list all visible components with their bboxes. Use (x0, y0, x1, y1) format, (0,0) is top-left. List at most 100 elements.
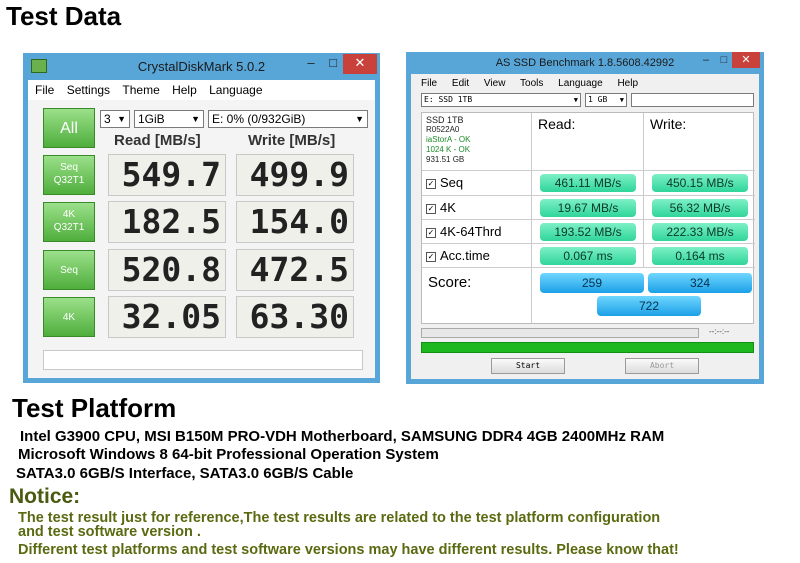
read-value: 520.8 (108, 249, 226, 291)
score-read: 259 (540, 273, 644, 293)
row-label: 4K-64Thrd (440, 224, 502, 239)
seq-q32t1-button[interactable]: Seq Q32T1 (43, 155, 95, 195)
menu-tools[interactable]: Tools (520, 78, 543, 89)
write-header: Write [MB/s] (248, 132, 336, 149)
close-button[interactable]: ✕ (732, 52, 760, 68)
path-field[interactable] (631, 93, 754, 107)
menu-file[interactable]: File (421, 78, 437, 89)
chevron-down-icon: ▼ (117, 114, 126, 124)
checkbox-checked-icon[interactable]: ✓ (426, 227, 436, 238)
results-grid: SSD 1TB R0522A0 iaStorA - OK 1024 K - OK… (421, 112, 755, 324)
4k64-read-value: 193.52 MB/s (540, 223, 636, 241)
checkbox-checked-icon[interactable]: ✓ (426, 251, 436, 262)
minimize-button[interactable]: – (696, 52, 716, 72)
asssd-menubar: File Edit View Tools Language Help (421, 78, 650, 89)
write-value: 499.9 (236, 154, 354, 196)
maximize-button[interactable]: □ (716, 52, 732, 72)
checkbox-checked-icon[interactable]: ✓ (426, 178, 436, 189)
write-header-label: Write: (650, 116, 687, 132)
4k-read-value: 19.67 MB/s (540, 199, 636, 217)
platform-line: Microsoft Windows 8 64-bit Professional … (18, 446, 439, 463)
drive-select[interactable]: E: 0% (0/932GiB) ▼ (208, 110, 368, 128)
cdm-menubar: File Settings Theme Help Language (28, 80, 375, 100)
chevron-down-icon: ▼ (573, 96, 578, 104)
notice-title: Notice: (9, 485, 81, 508)
menu-help[interactable]: Help (617, 78, 638, 89)
chevron-down-icon: ▼ (619, 96, 624, 104)
alignment-status: 1024 K - OK (426, 145, 471, 154)
score-label: Score: (428, 274, 472, 291)
timer: --:--:-- (709, 327, 730, 336)
drive-select[interactable]: E: SSD 1TB ▼ (421, 93, 581, 107)
write-value: 154.0 (236, 201, 354, 243)
read-value: 32.05 (108, 296, 226, 338)
count-value: 3 (104, 112, 111, 126)
cdm-titlebar: CrystalDiskMark 5.0.2 – □ ✕ (23, 53, 380, 79)
read-header: Read [MB/s] (114, 132, 201, 149)
read-header-label: Read: (538, 116, 576, 132)
row-4k-64thrd: ✓ 4K-64Thrd (422, 220, 532, 244)
menu-help[interactable]: Help (172, 83, 197, 97)
size-select[interactable]: 1GiB ▼ (134, 110, 204, 128)
platform-line: Intel G3900 CPU, MSI B150M PRO-VDH Mothe… (20, 428, 665, 445)
all-button[interactable]: All (43, 108, 95, 148)
size-value: 1GiB (138, 112, 165, 126)
seq-read-value: 461.11 MB/s (540, 174, 636, 192)
chevron-down-icon: ▼ (191, 114, 200, 124)
comment-field[interactable] (43, 350, 363, 370)
menu-theme[interactable]: Theme (122, 83, 159, 97)
as-ssd-window: AS SSD Benchmark 1.8.5608.42992 – □ ✕ Fi… (406, 52, 764, 384)
abort-button[interactable]: Abort (625, 358, 699, 374)
crystaldiskmark-window: CrystalDiskMark 5.0.2 – □ ✕ File Setting… (23, 53, 380, 383)
write-value: 472.5 (236, 249, 354, 291)
page-title: Test Data (6, 1, 122, 31)
row-seq: ✓ Seq (422, 171, 532, 196)
4k64-write-value: 222.33 MB/s (652, 223, 748, 241)
start-button[interactable]: Start (491, 358, 565, 374)
score-label-cell: Score: (422, 268, 532, 323)
drive-info: SSD 1TB R0522A0 iaStorA - OK 1024 K - OK… (422, 113, 532, 171)
size-select[interactable]: 1 GB ▼ (585, 93, 627, 107)
menu-language[interactable]: Language (209, 83, 262, 97)
write-value: 63.30 (236, 296, 354, 338)
acc-write-value: 0.164 ms (652, 247, 748, 265)
size-value: 1 GB (588, 95, 608, 104)
4k-button[interactable]: 4K (43, 297, 95, 337)
menu-settings[interactable]: Settings (67, 83, 110, 97)
close-button[interactable]: ✕ (343, 54, 377, 74)
4k-write-value: 56.32 MB/s (652, 199, 748, 217)
read-header: Read: (532, 113, 644, 171)
drive-value: E: 0% (0/932GiB) (212, 112, 306, 126)
status-bar (421, 342, 754, 353)
acc-read-value: 0.067 ms (540, 247, 636, 265)
score-total: 722 (597, 296, 701, 316)
minimize-button[interactable]: – (299, 54, 323, 74)
maximize-button[interactable]: □ (323, 54, 343, 74)
row-4k: ✓ 4K (422, 196, 532, 220)
menu-edit[interactable]: Edit (452, 78, 469, 89)
seq-write-value: 450.15 MB/s (652, 174, 748, 192)
firmware: R0522A0 (426, 125, 460, 134)
driver-status: iaStorA - OK (426, 135, 471, 144)
row-label: 4K (440, 200, 456, 215)
menu-view[interactable]: View (484, 78, 506, 89)
notice-line: The test result just for reference,The t… (18, 510, 661, 526)
row-acc-time: ✓ Acc.time (422, 244, 532, 268)
row-label: Seq (60, 162, 78, 173)
row-label: Seq (440, 175, 464, 190)
checkbox-checked-icon[interactable]: ✓ (426, 203, 436, 214)
4k-q32t1-button[interactable]: 4K Q32T1 (43, 202, 95, 242)
score-write: 324 (648, 273, 752, 293)
read-value: 549.7 (108, 154, 226, 196)
menu-file[interactable]: File (35, 83, 54, 97)
menu-language[interactable]: Language (558, 78, 603, 89)
row-label: 4K (62, 312, 76, 323)
row-sublabel: Q32T1 (53, 175, 85, 186)
notice-line: and test software version . (18, 524, 201, 540)
notice-line: Different test platforms and test softwa… (18, 542, 679, 558)
seq-button[interactable]: Seq (43, 250, 95, 290)
row-label: Seq (60, 265, 78, 276)
read-value: 182.5 (108, 201, 226, 243)
progress-bar (421, 328, 699, 338)
count-select[interactable]: 3 ▼ (100, 110, 130, 128)
